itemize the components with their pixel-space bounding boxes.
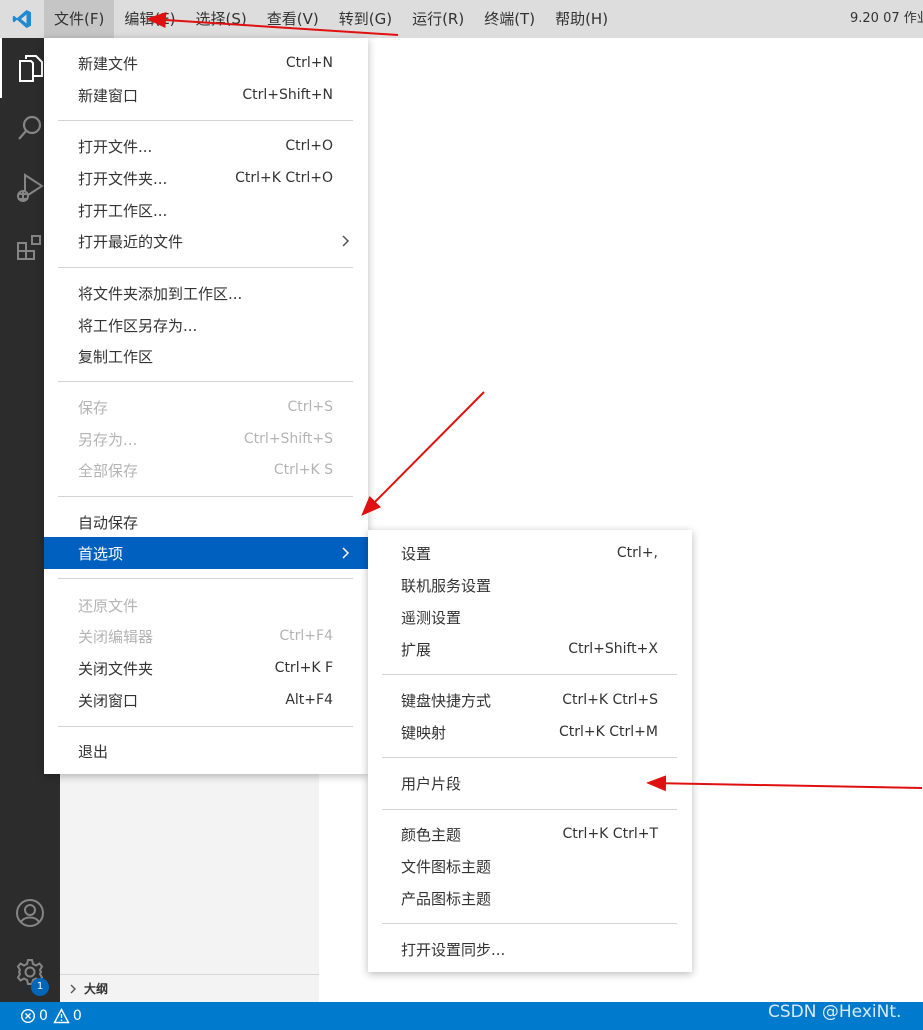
menu-item-settings[interactable]: 设置 Ctrl+, — [368, 537, 692, 569]
menu-item-save-workspace-as[interactable]: 将工作区另存为... — [44, 309, 368, 341]
error-icon — [20, 1008, 36, 1024]
warning-icon — [53, 1008, 70, 1024]
menu-item-file-icon-theme[interactable]: 文件图标主题 — [368, 850, 692, 882]
accounts-icon[interactable] — [0, 883, 60, 943]
menu-item-keyboard-shortcuts[interactable]: 键盘快捷方式 Ctrl+K Ctrl+S — [368, 684, 692, 716]
menu-item-new-window[interactable]: 新建窗口 Ctrl+Shift+N — [44, 79, 368, 111]
chevron-right-icon — [68, 983, 84, 995]
menu-item-new-file[interactable]: 新建文件 Ctrl+N — [44, 47, 368, 79]
error-count: 0 — [39, 1008, 48, 1024]
menu-separator — [382, 923, 677, 924]
menu-item-save[interactable]: 保存 Ctrl+S — [44, 391, 368, 423]
menu-item-save-all[interactable]: 全部保存 Ctrl+K S — [44, 454, 368, 486]
vscode-logo-icon — [0, 0, 44, 38]
menu-item-open-recent[interactable]: 打开最近的文件 — [44, 225, 368, 257]
menu-view[interactable]: 查看(V) — [257, 0, 329, 38]
menu-selection[interactable]: 选择(S) — [186, 0, 257, 38]
menu-item-online-services-settings[interactable]: 联机服务设置 — [368, 569, 692, 601]
annotation-arrow-preferences — [361, 391, 485, 516]
menu-separator — [58, 267, 353, 268]
menu-separator — [382, 674, 677, 675]
menu-item-extensions[interactable]: 扩展 Ctrl+Shift+X — [368, 633, 692, 665]
menu-separator — [58, 381, 353, 382]
menu-separator — [58, 578, 353, 579]
menu-item-open-file[interactable]: 打开文件... Ctrl+O — [44, 130, 368, 162]
menu-item-turn-on-settings-sync[interactable]: 打开设置同步... — [368, 933, 692, 965]
preferences-submenu: 设置 Ctrl+, 联机服务设置 遥测设置 扩展 Ctrl+Shift+X 键盘快捷… — [368, 530, 692, 972]
menu-item-exit[interactable]: 退出 — [44, 735, 368, 767]
menu-item-save-as[interactable]: 另存为... Ctrl+Shift+S — [44, 423, 368, 455]
menu-item-product-icon-theme[interactable]: 产品图标主题 — [368, 882, 692, 914]
chevron-right-icon — [342, 235, 350, 247]
menu-run[interactable]: 运行(R) — [402, 0, 474, 38]
problems-status[interactable]: 0 0 — [20, 1002, 82, 1030]
menu-item-duplicate-workspace[interactable]: 复制工作区 — [44, 340, 368, 372]
menu-item-preferences[interactable]: 首选项 — [44, 537, 368, 569]
menu-item-auto-save[interactable]: 自动保存 — [44, 506, 368, 538]
file-menu: 新建文件 Ctrl+N 新建窗口 Ctrl+Shift+N 打开文件... Ctrl+… — [44, 38, 368, 774]
menu-item-close-window[interactable]: 关闭窗口 Alt+F4 — [44, 684, 368, 716]
menu-item-add-folder-to-workspace[interactable]: 将文件夹添加到工作区... — [44, 277, 368, 309]
menu-item-user-snippets[interactable]: 用户片段 — [368, 767, 692, 799]
outline-label: 大纲 — [84, 982, 109, 996]
menu-separator — [58, 120, 353, 121]
window-title: 9.20 07 作业 — [850, 11, 923, 26]
menu-terminal[interactable]: 终端(T) — [474, 0, 545, 38]
menu-separator — [58, 496, 353, 497]
menu-separator — [58, 726, 353, 727]
notification-badge: 1 — [31, 978, 49, 996]
menu-edit[interactable]: 编辑(E) — [114, 0, 185, 38]
menu-file[interactable]: 文件(F) — [44, 0, 115, 38]
menu-separator — [382, 757, 677, 758]
watermark: CSDN @HexiNt. — [768, 1002, 902, 1022]
menu-item-revert-file[interactable]: 还原文件 — [44, 589, 368, 621]
manage-gear-icon[interactable]: 1 — [0, 942, 60, 1002]
outline-section-header[interactable]: 大纲 — [60, 974, 319, 1002]
menu-item-color-theme[interactable]: 颜色主题 Ctrl+K Ctrl+T — [368, 818, 692, 850]
menu-item-keymaps[interactable]: 键映射 Ctrl+K Ctrl+M — [368, 716, 692, 748]
menu-item-telemetry-settings[interactable]: 遥测设置 — [368, 601, 692, 633]
menu-item-close-editor[interactable]: 关闭编辑器 Ctrl+F4 — [44, 620, 368, 652]
menu-item-open-folder[interactable]: 打开文件夹... Ctrl+K Ctrl+O — [44, 162, 368, 194]
title-bar: 文件(F) 编辑(E) 选择(S) 查看(V) 转到(G) 运行(R) 终端(T… — [0, 0, 923, 38]
warning-count: 0 — [72, 1008, 82, 1024]
menu-item-close-folder[interactable]: 关闭文件夹 Ctrl+K F — [44, 652, 368, 684]
menu-help[interactable]: 帮助(H) — [545, 0, 618, 38]
chevron-right-icon — [342, 547, 350, 559]
menu-go[interactable]: 转到(G) — [329, 0, 402, 38]
menu-separator — [382, 809, 677, 810]
menu-item-open-workspace[interactable]: 打开工作区... — [44, 194, 368, 226]
